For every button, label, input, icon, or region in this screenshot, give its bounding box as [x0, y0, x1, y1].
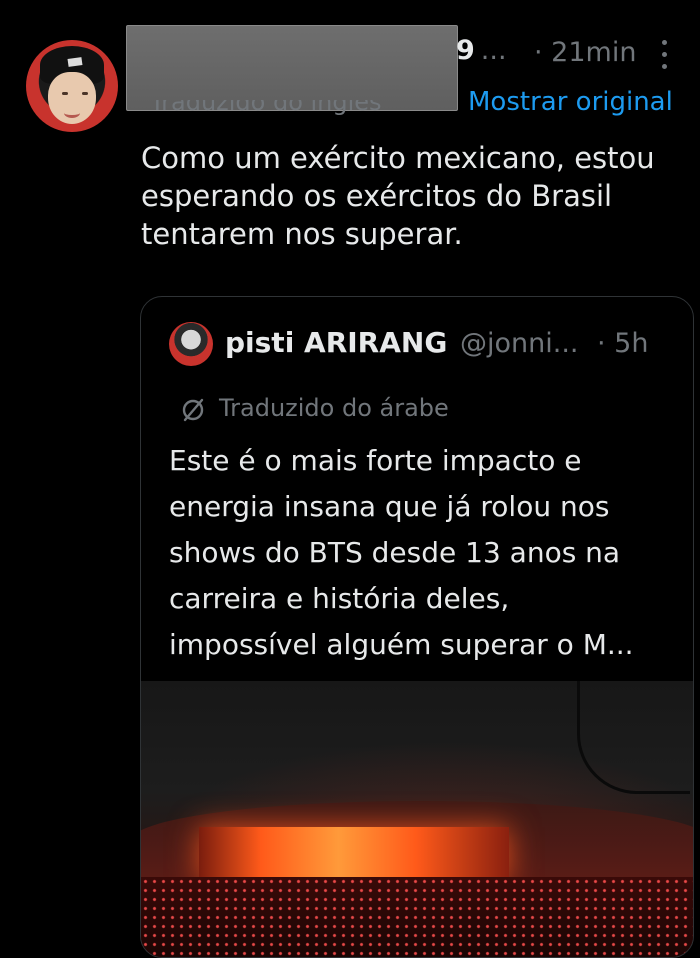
- concert-video-thumbnail[interactable]: [141, 681, 693, 957]
- show-original-link[interactable]: Mostrar original: [468, 87, 673, 117]
- tweet-timestamp[interactable]: · 21min: [534, 37, 636, 68]
- redacted-author-name: [126, 25, 458, 111]
- more-vertical-icon[interactable]: [652, 40, 676, 74]
- translated-label: Traduzido do inglês: [150, 100, 382, 116]
- quoted-author-handle[interactable]: @jonni...: [460, 328, 579, 359]
- quoted-timestamp[interactable]: · 5h: [597, 328, 648, 359]
- quoted-tweet-card[interactable]: pisti ARIRANG @jonni... · 5h Traduzido d…: [140, 296, 694, 958]
- stage-screens: [199, 827, 509, 883]
- globe-slash-icon: [182, 398, 204, 422]
- crowd-lights: [141, 877, 693, 957]
- author-handle[interactable]: 9...: [456, 35, 507, 66]
- quoted-author-name[interactable]: pisti ARIRANG: [225, 326, 447, 359]
- quoted-translated-label: Traduzido do árabe: [219, 394, 449, 422]
- quoted-author-avatar[interactable]: [169, 322, 213, 366]
- tweet-text: Como um exército mexicano, estou esperan…: [141, 141, 655, 251]
- quoted-tweet-text: Este é o mais forte impacto e energia in…: [169, 444, 634, 661]
- author-avatar[interactable]: [26, 40, 118, 132]
